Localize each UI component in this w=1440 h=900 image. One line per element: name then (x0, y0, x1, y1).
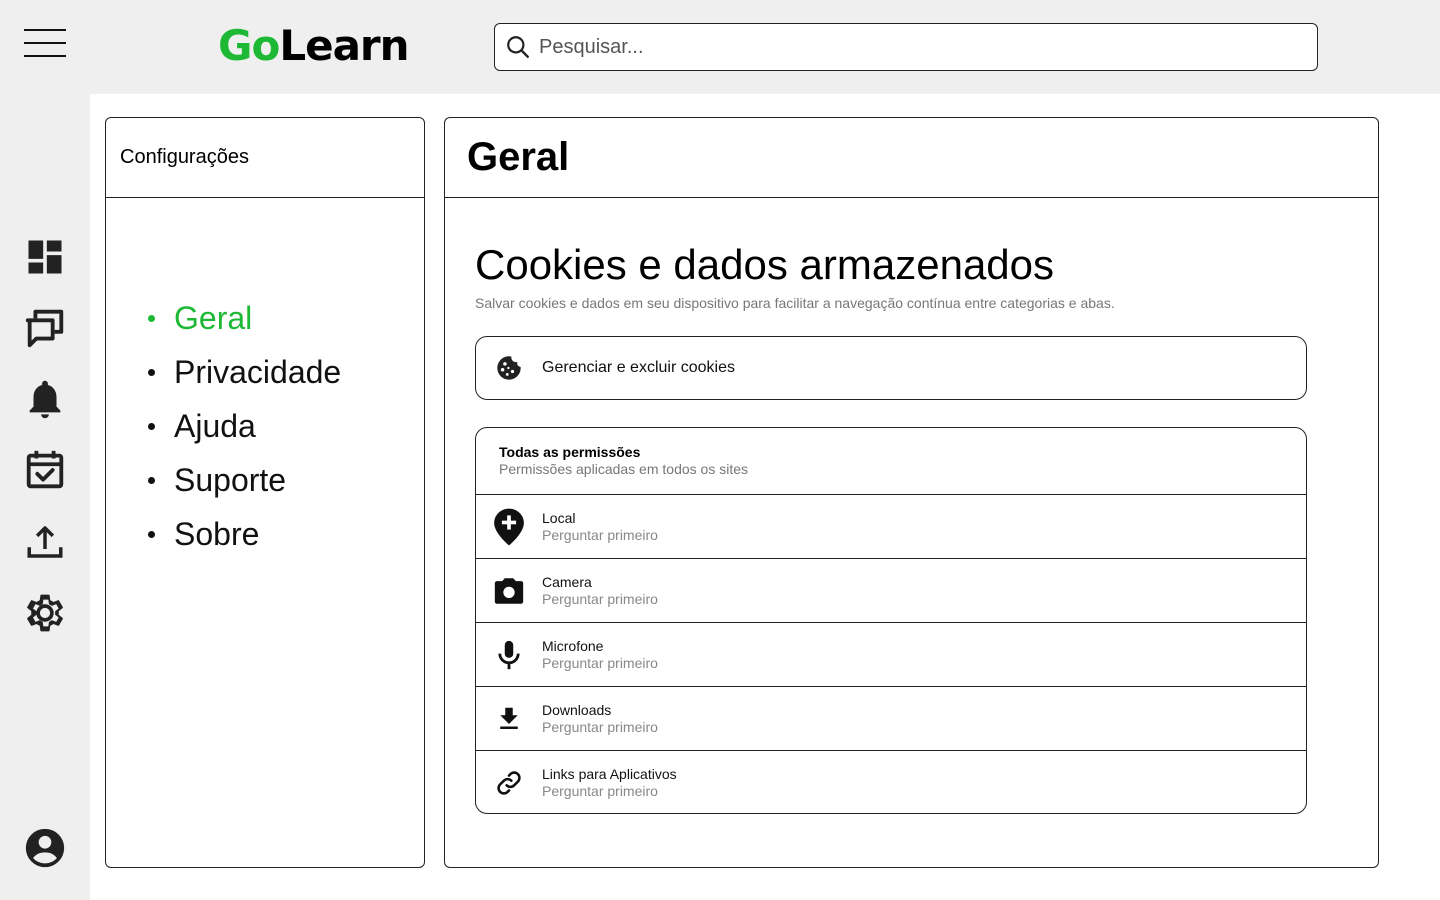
settings-item-ajuda[interactable]: Ajuda (146, 406, 341, 460)
microphone-icon (498, 640, 520, 669)
permission-name: Camera (542, 573, 592, 590)
settings-panel: Configurações Geral Privacidade Ajuda Su… (105, 117, 425, 868)
settings-item-sobre[interactable]: Sobre (146, 514, 341, 568)
permission-name: Local (542, 509, 576, 526)
logo-go-text: Go (218, 21, 280, 70)
permission-microphone[interactable]: Microfone Perguntar primeiro (476, 623, 1306, 687)
settings-item-geral[interactable]: Geral (146, 298, 341, 352)
section-description: Salvar cookies e dados em seu dispositiv… (475, 295, 1115, 311)
permission-camera[interactable]: Camera Perguntar primeiro (476, 559, 1306, 623)
manage-cookies-button[interactable]: Gerenciar e excluir cookies (475, 336, 1307, 400)
notifications-icon[interactable] (22, 376, 68, 422)
permissions-subtitle: Permissões aplicadas em todos os sites (499, 461, 748, 477)
location-icon (494, 508, 524, 545)
search-icon (507, 36, 529, 58)
section-title: Cookies e dados armazenados (475, 241, 1055, 288)
permission-name: Microfone (542, 637, 604, 654)
permission-value: Perguntar primeiro (542, 783, 658, 799)
permission-name: Downloads (542, 701, 612, 718)
permissions-list: Todas as permissões Permissões aplicadas… (475, 427, 1307, 814)
settings-item-privacidade[interactable]: Privacidade (146, 352, 341, 406)
page-title: Geral (445, 118, 1378, 198)
menu-icon[interactable] (24, 28, 66, 58)
permission-value: Perguntar primeiro (542, 654, 658, 671)
settings-icon[interactable] (22, 590, 68, 636)
camera-icon (494, 577, 524, 604)
permission-value: Perguntar primeiro (542, 590, 658, 607)
permission-value: Perguntar primeiro (542, 526, 658, 543)
permission-name: Links para Aplicativos (542, 766, 677, 782)
upload-icon[interactable] (22, 519, 68, 565)
link-icon (497, 771, 521, 795)
dashboard-icon[interactable] (22, 234, 68, 280)
permissions-title: Todas as permissões (499, 444, 641, 460)
chat-icon[interactable] (22, 305, 68, 351)
account-icon[interactable] (22, 825, 68, 871)
permission-app-links[interactable]: Links para Aplicativos Perguntar primeir… (476, 751, 1306, 813)
main-panel: Geral Cookies e dados armazenados Salvar… (444, 117, 1379, 868)
search-bar[interactable] (494, 23, 1318, 71)
permission-downloads[interactable]: Downloads Perguntar primeiro (476, 687, 1306, 751)
cookie-icon (497, 356, 521, 380)
permission-location[interactable]: Local Perguntar primeiro (476, 495, 1306, 559)
permissions-header: Todas as permissões Permissões aplicadas… (476, 428, 1306, 495)
settings-nav: Geral Privacidade Ajuda Suporte Sobre (146, 298, 341, 568)
permission-value: Perguntar primeiro (542, 718, 658, 735)
settings-title: Configurações (106, 118, 424, 198)
download-icon (500, 707, 518, 729)
calendar-check-icon[interactable] (22, 447, 68, 493)
golearn-logo[interactable]: GoLearn (218, 20, 410, 72)
side-rail (0, 94, 90, 900)
manage-cookies-label: Gerenciar e excluir cookies (542, 359, 735, 376)
settings-item-suporte[interactable]: Suporte (146, 460, 341, 514)
logo-learn-text: Learn (279, 21, 409, 70)
search-input[interactable] (539, 35, 1299, 59)
